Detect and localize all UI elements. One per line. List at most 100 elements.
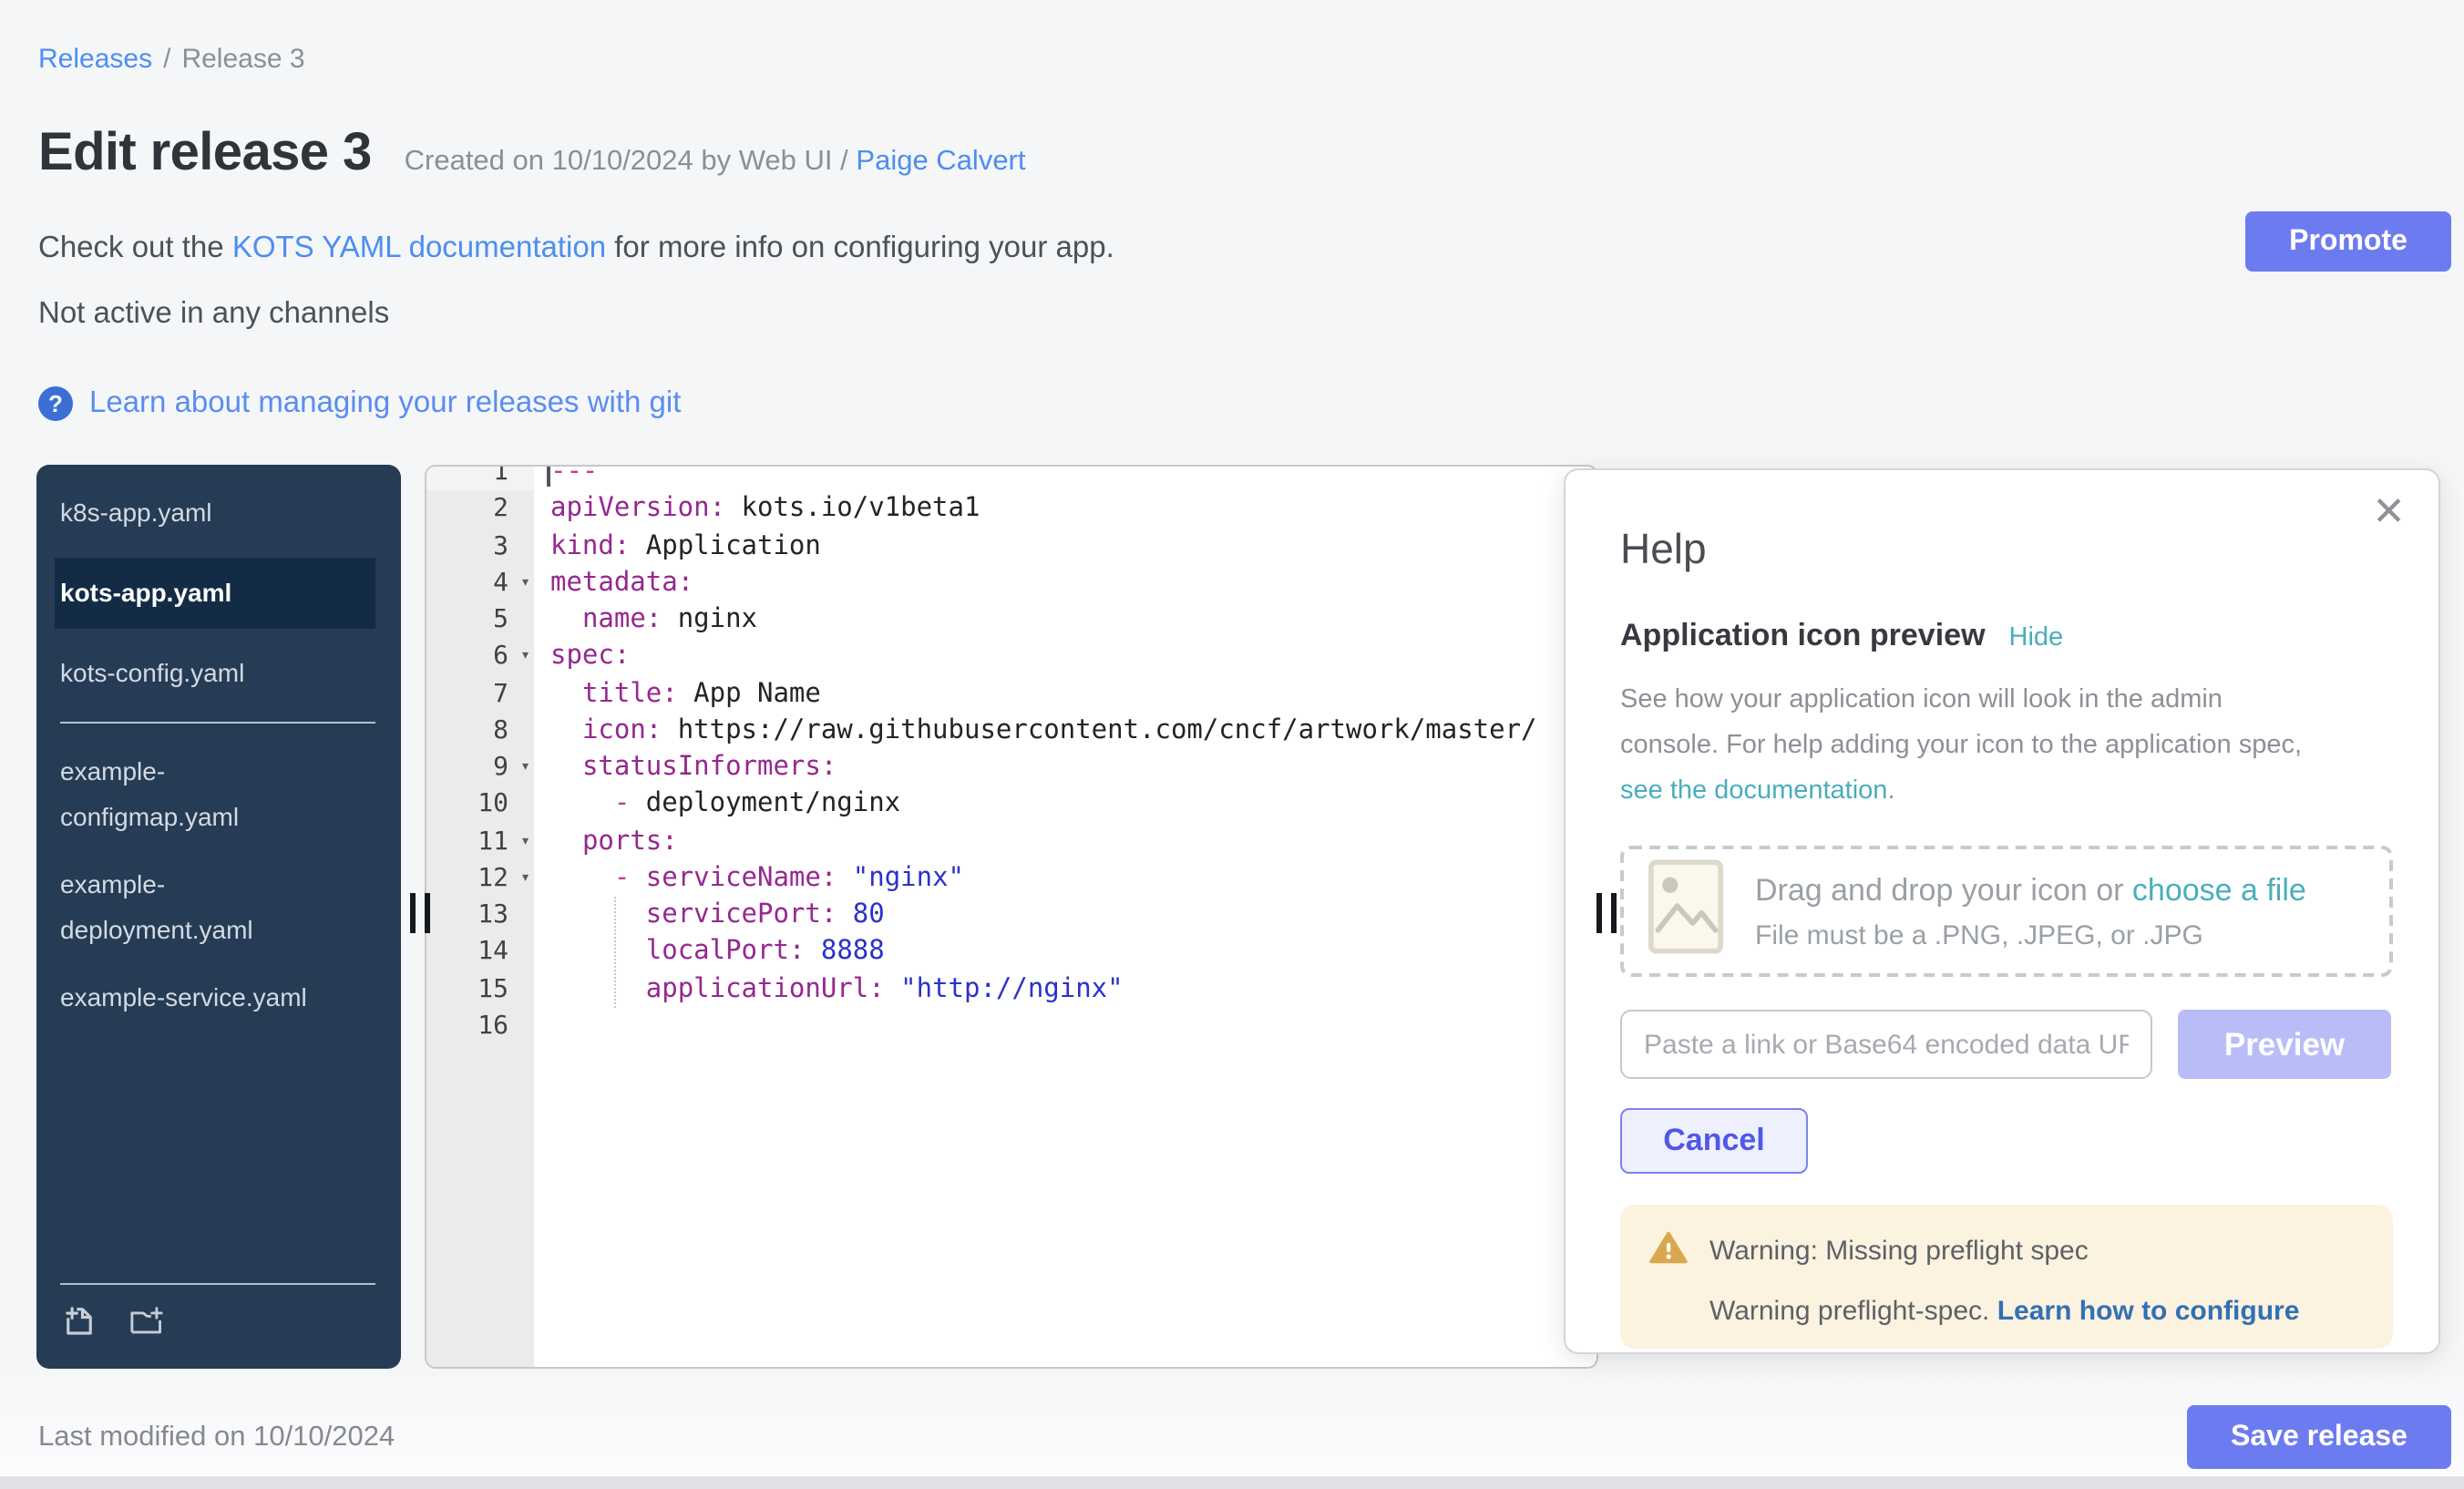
code-line-text: title: App Name	[534, 675, 821, 713]
code-line[interactable]: 5 name: nginx	[426, 601, 1596, 639]
icon-preview-header: Application icon preview Hide	[1620, 618, 2393, 654]
icon-preview-title: Application icon preview	[1620, 618, 1986, 654]
code-line[interactable]: 11▾ ports:	[426, 823, 1596, 860]
git-help-line: ? Learn about managing your releases wit…	[38, 386, 681, 421]
code-line[interactable]: 7 title: App Name	[426, 675, 1596, 713]
icon-dropzone[interactable]: Drag and drop your icon or choose a file…	[1620, 846, 2393, 977]
code-line-text: - deployment/nginx	[534, 786, 900, 824]
line-number: 1	[426, 465, 534, 491]
line-number: 7	[426, 675, 534, 713]
line-number: 5	[426, 601, 534, 639]
code-line[interactable]: 3kind: Application	[426, 528, 1596, 565]
dropzone-line1: Drag and drop your icon or	[1755, 872, 2132, 907]
doc-hint-post: for more info on configuring your app.	[606, 231, 1114, 264]
help-description: See how your application icon will look …	[1620, 678, 2393, 815]
close-icon[interactable]: ✕	[2372, 488, 2406, 536]
icon-url-input[interactable]	[1620, 1010, 2152, 1079]
fold-arrow-icon[interactable]: ▾	[520, 823, 530, 860]
fold-arrow-icon[interactable]: ▾	[520, 860, 530, 898]
sidebar-resize-handle[interactable]	[410, 893, 430, 933]
doc-hint-pre: Check out the	[38, 231, 232, 264]
file-item[interactable]: k8s-app.yaml	[60, 490, 334, 536]
code-line-text: localPort: 8888	[534, 934, 885, 971]
choose-file-link[interactable]: choose a file	[2132, 872, 2306, 907]
file-list-divider	[60, 722, 375, 724]
line-number: 11▾	[426, 823, 534, 860]
fold-arrow-icon[interactable]: ▾	[520, 639, 530, 676]
line-number: 10	[426, 786, 534, 824]
code-line[interactable]: 1---	[426, 465, 1596, 491]
code-line[interactable]: 16	[426, 1008, 1596, 1045]
fold-arrow-icon[interactable]: ▾	[520, 565, 530, 602]
code-line-text	[534, 1008, 550, 1045]
preview-button[interactable]: Preview	[2178, 1010, 2391, 1079]
code-line[interactable]: 13 servicePort: 80	[426, 897, 1596, 934]
file-item[interactable]: example-deployment.yaml	[60, 862, 334, 953]
text-cursor	[547, 465, 550, 487]
code-line-text: ---	[534, 465, 598, 491]
code-line[interactable]: 12▾ - serviceName: "nginx"	[426, 860, 1596, 898]
new-folder-icon[interactable]	[128, 1301, 166, 1340]
page: Releases/Release 3 Edit release 3 Create…	[0, 0, 2464, 1489]
code-line[interactable]: 14 localPort: 8888	[426, 934, 1596, 971]
line-number: 16	[426, 1008, 534, 1045]
line-number: 14	[426, 934, 534, 971]
code-line[interactable]: 6▾spec:	[426, 639, 1596, 676]
created-text: Created on 10/10/2024 by Web UI /	[405, 146, 848, 177]
editor-resize-handle[interactable]	[1596, 893, 1617, 933]
save-release-button[interactable]: Save release	[2187, 1405, 2451, 1469]
channel-status: Not active in any channels	[38, 297, 389, 332]
title-row: Edit release 3 Created on 10/10/2024 by …	[38, 124, 1026, 184]
question-icon: ?	[38, 386, 73, 421]
breadcrumb-releases-link[interactable]: Releases	[38, 44, 152, 75]
code-line-text: spec:	[534, 639, 630, 676]
line-number: 13	[426, 897, 534, 934]
breadcrumb: Releases/Release 3	[38, 44, 305, 75]
last-modified: Last modified on 10/10/2024	[38, 1422, 395, 1454]
line-number: 2	[426, 491, 534, 529]
breadcrumb-separator: /	[163, 44, 170, 75]
warning-title: Warning: Missing preflight spec	[1709, 1236, 2089, 1267]
kots-yaml-doc-link[interactable]: KOTS YAML documentation	[232, 231, 606, 264]
see-documentation-link[interactable]: see the documentation	[1620, 776, 1887, 806]
help-panel: ✕ Help Application icon preview Hide See…	[1564, 468, 2440, 1354]
code-line-text: servicePort: 80	[534, 897, 885, 934]
warning-banner: Warning: Missing preflight spec Warning …	[1620, 1205, 2393, 1349]
hide-link[interactable]: Hide	[2009, 623, 2064, 652]
file-item[interactable]: example-configmap.yaml	[60, 749, 334, 840]
code-line[interactable]: 9▾ statusInformers:	[426, 749, 1596, 786]
code-line[interactable]: 2apiVersion: kots.io/v1beta1	[426, 491, 1596, 529]
dropzone-line2: File must be a .PNG, .JPEG, or .JPG	[1755, 919, 2306, 950]
code-line[interactable]: 4▾metadata:	[426, 565, 1596, 602]
line-number: 4▾	[426, 565, 534, 602]
doc-hint: Check out the KOTS YAML documentation fo…	[38, 231, 1114, 266]
line-number: 8	[426, 713, 534, 750]
new-file-icon[interactable]	[60, 1301, 98, 1340]
code-line[interactable]: 8 icon: https://raw.githubusercontent.co…	[426, 713, 1596, 750]
line-number: 12▾	[426, 860, 534, 898]
code-line[interactable]: 15 applicationUrl: "http://nginx"	[426, 970, 1596, 1008]
git-releases-link[interactable]: Learn about managing your releases with …	[89, 386, 681, 421]
indent-guide-icon	[614, 897, 616, 1008]
cancel-button[interactable]: Cancel	[1620, 1108, 1808, 1174]
author-link[interactable]: Paige Calvert	[856, 146, 1025, 177]
created-info: Created on 10/10/2024 by Web UI / Paige …	[405, 146, 1026, 179]
help-description-period: .	[1887, 776, 1894, 806]
code-line-text: apiVersion: kots.io/v1beta1	[534, 491, 980, 529]
icon-url-row: Preview	[1620, 1010, 2393, 1079]
help-title: Help	[1620, 525, 2393, 574]
code-editor[interactable]: 1---2apiVersion: kots.io/v1beta13kind: A…	[425, 465, 1598, 1369]
file-item-selected[interactable]: kots-app.yaml	[55, 558, 375, 629]
help-description-line1: See how your application icon will look …	[1620, 685, 2223, 714]
code-line-text: ports:	[534, 823, 678, 860]
line-number: 15	[426, 970, 534, 1008]
promote-button[interactable]: Promote	[2245, 211, 2451, 272]
fold-arrow-icon[interactable]: ▾	[520, 749, 530, 786]
code-line[interactable]: 10 - deployment/nginx	[426, 786, 1596, 824]
code-line-text: - serviceName: "nginx"	[534, 860, 964, 898]
warning-body: Warning preflight-spec.	[1709, 1296, 1997, 1327]
file-tree: k8s-app.yaml kots-app.yaml kots-config.yam…	[36, 465, 401, 1369]
preflight-configure-link[interactable]: Learn how to configure	[1997, 1296, 2300, 1327]
file-item[interactable]: kots-config.yaml	[60, 651, 334, 696]
file-item[interactable]: example-service.yaml	[60, 975, 334, 1021]
